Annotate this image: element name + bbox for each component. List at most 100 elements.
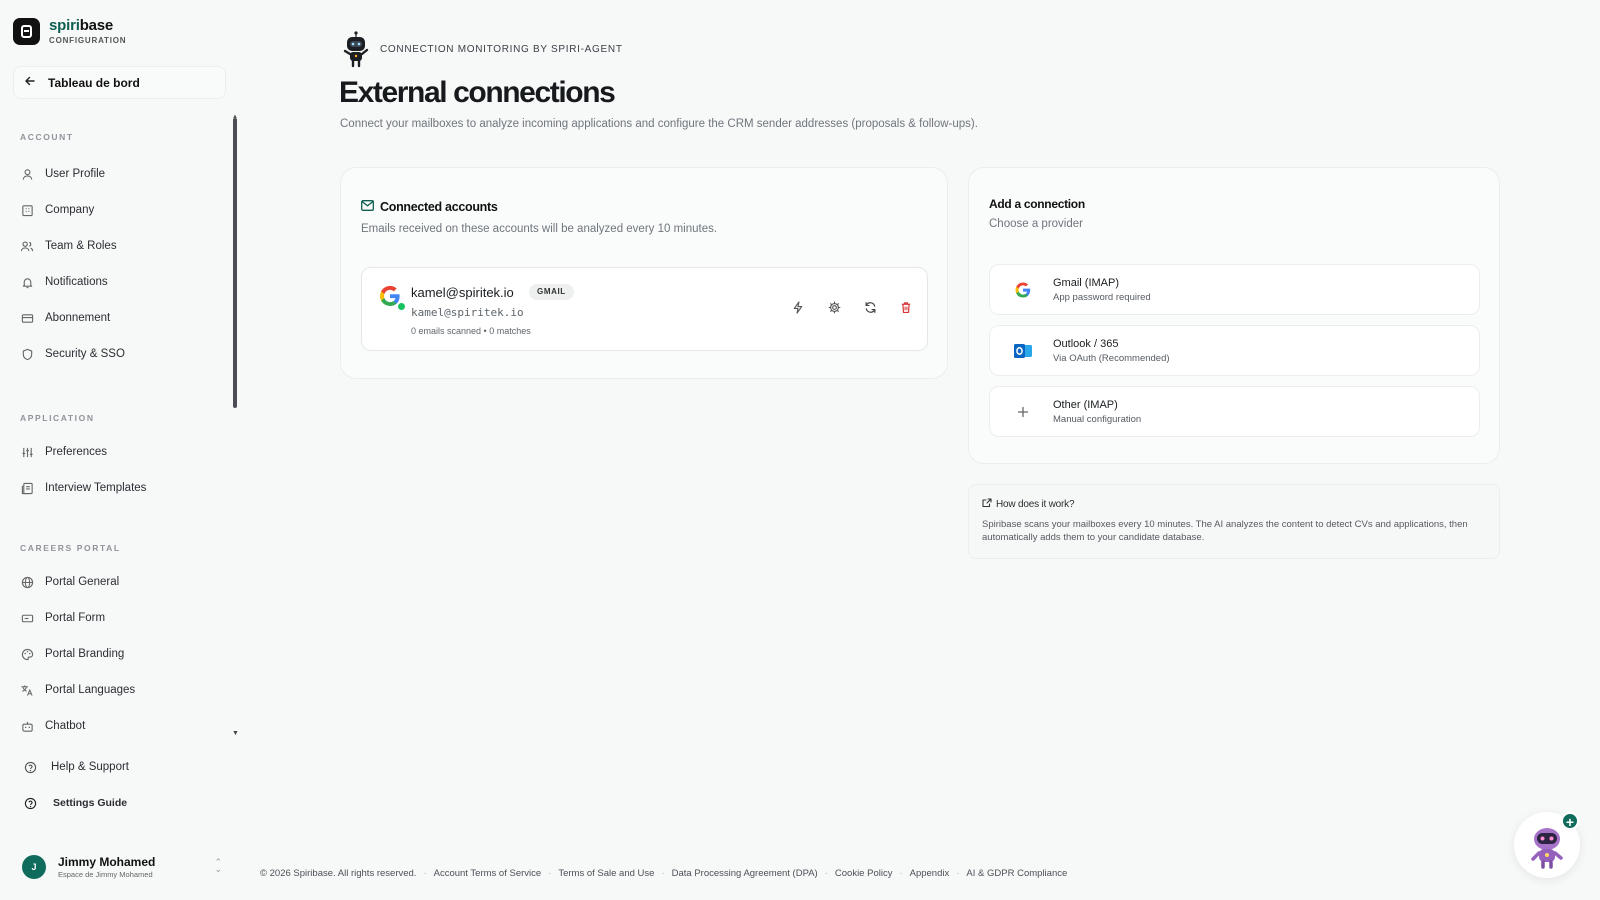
provider-outlook-button[interactable]: Outlook / 365 Via OAuth (Recommended) bbox=[989, 325, 1480, 376]
section-title-application: APPLICATION bbox=[20, 413, 95, 423]
sidebar-item-notifications[interactable]: Notifications bbox=[20, 271, 108, 293]
sidebar-item-label: Notifications bbox=[45, 276, 108, 288]
form-icon bbox=[20, 611, 34, 625]
connected-accounts-title: Connected accounts bbox=[380, 200, 498, 214]
account-address: kamel@spiritek.io bbox=[411, 306, 524, 319]
sidebar-item-preferences[interactable]: Preferences bbox=[20, 441, 107, 463]
settings-guide-label: Settings Guide bbox=[53, 797, 128, 809]
users-icon bbox=[20, 239, 34, 253]
brand[interactable]: spiribase CONFIGURATION bbox=[13, 18, 126, 45]
test-connection-button[interactable] bbox=[780, 301, 816, 319]
sidebar-item-security-sso[interactable]: Security & SSO bbox=[20, 343, 125, 365]
sidebar-item-label: Interview Templates bbox=[45, 482, 147, 494]
trash-icon bbox=[900, 301, 912, 319]
how-it-works-card: How does it work? Spiribase scans your m… bbox=[968, 484, 1500, 559]
add-connection-title: Add a connection bbox=[989, 197, 1085, 211]
shield-icon bbox=[20, 347, 34, 361]
sidebar-item-interview-templates[interactable]: Interview Templates bbox=[20, 477, 146, 499]
translate-icon bbox=[20, 683, 34, 697]
sidebar-item-team-roles[interactable]: Team & Roles bbox=[20, 235, 117, 257]
external-link-icon bbox=[982, 498, 992, 511]
footer: © 2026 Spiribase. All rights reserved. ·… bbox=[260, 868, 1067, 879]
sidebar-item-label: Company bbox=[45, 204, 95, 216]
palette-icon bbox=[20, 647, 34, 661]
gear-icon bbox=[828, 301, 841, 319]
provider-description: Manual configuration bbox=[1053, 414, 1142, 425]
footer-link-account-terms[interactable]: Account Terms of Service bbox=[434, 868, 542, 879]
footer-separator: · bbox=[824, 868, 828, 879]
brand-name: spiribase bbox=[49, 17, 114, 34]
user-workspace: Espace de Jimmy Mohamed bbox=[58, 870, 153, 879]
help-support-label: Help & Support bbox=[51, 761, 129, 773]
sidebar: spiribase CONFIGURATION Tableau de bord … bbox=[0, 0, 240, 900]
template-icon bbox=[20, 481, 34, 495]
sidebar-item-label: Abonnement bbox=[45, 312, 111, 324]
bell-icon bbox=[20, 275, 34, 289]
sidebar-item-portal-languages[interactable]: Portal Languages bbox=[20, 679, 135, 701]
add-connection-subtitle: Choose a provider bbox=[989, 218, 1083, 230]
footer-link-cookie-policy[interactable]: Cookie Policy bbox=[835, 868, 893, 879]
back-to-dashboard-button[interactable]: Tableau de bord bbox=[13, 66, 226, 99]
how-it-works-label: How does it work? bbox=[996, 499, 1075, 510]
footer-link-appendix[interactable]: Appendix bbox=[910, 868, 950, 879]
user-menu[interactable]: J Jimmy Mohamed Espace de Jimmy Mohamed … bbox=[22, 855, 222, 879]
connected-accounts-subtitle: Emails received on these accounts will b… bbox=[361, 223, 718, 235]
sync-account-button[interactable] bbox=[852, 301, 888, 319]
sidebar-item-label: Chatbot bbox=[45, 720, 86, 732]
account-scan-stats: 0 emails scanned • 0 matches bbox=[411, 326, 531, 336]
footer-separator: · bbox=[956, 868, 960, 879]
help-circle-icon bbox=[23, 760, 37, 774]
refresh-icon bbox=[864, 301, 877, 319]
footer-copyright: © 2026 Spiribase. All rights reserved. bbox=[260, 868, 417, 879]
sidebar-item-label: Portal Branding bbox=[45, 648, 125, 660]
section-title-account: ACCOUNT bbox=[20, 132, 74, 142]
provider-other-imap-button[interactable]: Other (IMAP) Manual configuration bbox=[989, 386, 1480, 437]
provider-name: Gmail (IMAP) bbox=[1053, 277, 1119, 289]
how-it-works-title[interactable]: How does it work? bbox=[982, 498, 1075, 511]
settings-guide-link[interactable]: Settings Guide bbox=[23, 792, 127, 814]
user-name: Jimmy Mohamed bbox=[58, 855, 156, 869]
brand-logo-icon bbox=[13, 18, 40, 45]
sidebar-item-label: Portal Form bbox=[45, 612, 106, 624]
sidebar-item-label: Team & Roles bbox=[45, 240, 117, 252]
delete-account-button[interactable] bbox=[888, 301, 924, 319]
back-button-label: Tableau de bord bbox=[48, 75, 140, 90]
footer-link-dpa[interactable]: Data Processing Agreement (DPA) bbox=[672, 868, 818, 879]
online-status-dot bbox=[397, 302, 406, 311]
user-icon bbox=[20, 167, 34, 181]
footer-link-ai-gdpr[interactable]: AI & GDPR Compliance bbox=[966, 868, 1067, 879]
sidebar-item-portal-form[interactable]: Portal Form bbox=[20, 607, 105, 629]
credit-card-icon bbox=[20, 311, 34, 325]
footer-separator: · bbox=[899, 868, 903, 879]
provider-badge: GMAIL bbox=[529, 284, 574, 300]
sidebar-item-company[interactable]: Company bbox=[20, 199, 94, 221]
account-row[interactable]: kamel@spiritek.io GMAIL kamel@spiritek.i… bbox=[361, 267, 928, 351]
footer-separator: · bbox=[423, 868, 427, 879]
sidebar-item-portal-general[interactable]: Portal General bbox=[20, 571, 119, 593]
robot-mascot-icon bbox=[343, 31, 369, 68]
sidebar-item-chatbot[interactable]: Chatbot bbox=[20, 715, 85, 736]
sidebar-item-label: Security & SSO bbox=[45, 348, 125, 360]
sidebar-item-label: User Profile bbox=[45, 168, 106, 180]
help-support-link[interactable]: Help & Support bbox=[23, 756, 129, 778]
add-connection-card: Add a connection Choose a provider Gmail… bbox=[968, 167, 1500, 464]
provider-description: App password required bbox=[1053, 292, 1151, 303]
plus-icon: + bbox=[1561, 812, 1579, 830]
account-actions bbox=[780, 301, 924, 319]
chevron-up-down-icon: ⌃ ⌄ bbox=[214, 857, 222, 874]
bot-icon bbox=[20, 719, 34, 733]
sidebar-item-abonnement[interactable]: Abonnement bbox=[20, 307, 110, 329]
help-circle-icon bbox=[23, 796, 37, 810]
sidebar-item-portal-branding[interactable]: Portal Branding bbox=[20, 643, 124, 665]
page-title: External connections bbox=[339, 76, 616, 109]
plus-icon bbox=[1012, 401, 1034, 423]
sidebar-item-user-profile[interactable]: User Profile bbox=[20, 163, 105, 185]
footer-separator: · bbox=[548, 868, 552, 879]
connected-accounts-card: Connected accounts Emails received on th… bbox=[340, 167, 948, 379]
provider-gmail-button[interactable]: Gmail (IMAP) App password required bbox=[989, 264, 1480, 315]
footer-link-terms-of-sale[interactable]: Terms of Sale and Use bbox=[558, 868, 654, 879]
footer-separator: · bbox=[661, 868, 665, 879]
how-it-works-text: Spiribase scans your mailboxes every 10 … bbox=[982, 519, 1468, 543]
account-settings-button[interactable] bbox=[816, 301, 852, 319]
sidebar-item-label: Portal General bbox=[45, 576, 120, 588]
